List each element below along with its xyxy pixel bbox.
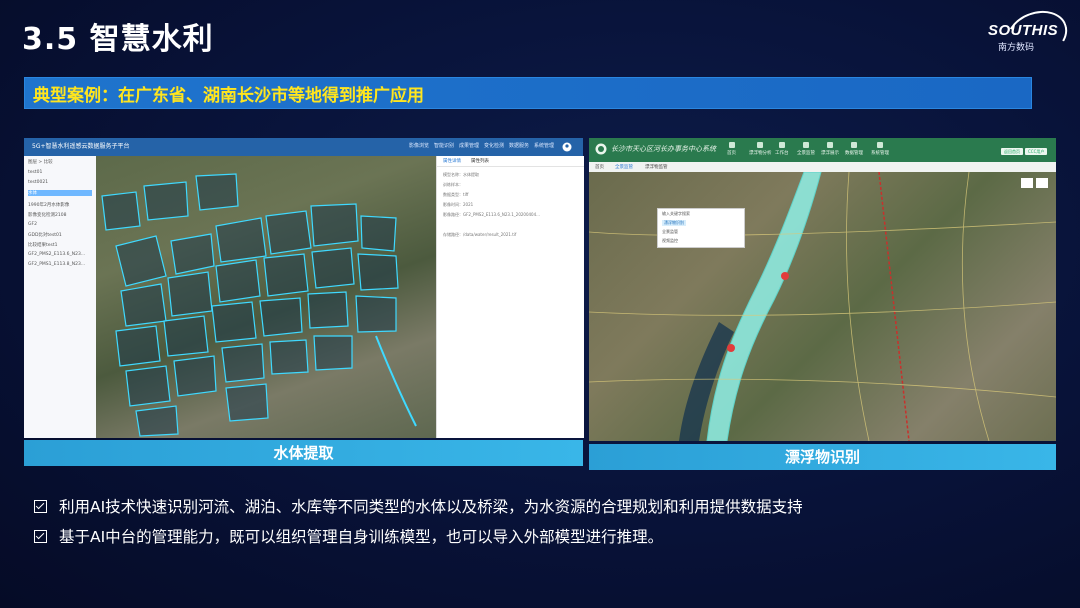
layer-item[interactable]: 比较结果test1 bbox=[28, 242, 58, 248]
tab-home[interactable]: 首页 bbox=[595, 164, 604, 170]
layer-sidebar: 图层 > 比较 test01 test0021 水体 1990年2月水体影像 影… bbox=[24, 156, 97, 438]
right-nav-label: 漂浮物分析 bbox=[749, 151, 772, 156]
attr-row: 影像路径：GF2_PMS2_E113.6_N23.1_20200404... bbox=[443, 212, 540, 217]
layer-item[interactable]: GDD比对test01 bbox=[28, 232, 62, 238]
map-search-dropdown[interactable]: 输入关键字搜索 漂浮物识别 全景监管 视频监控 bbox=[657, 208, 745, 248]
monitor-icon bbox=[778, 142, 785, 148]
left-nav-item[interactable]: 变化检测 bbox=[484, 142, 504, 149]
layer-item[interactable]: GF2_PMS1_E113.8_N23... bbox=[28, 262, 85, 267]
right-nav-label: 数据管理 bbox=[845, 151, 863, 156]
satellite-map-river[interactable]: 输入关键字搜索 漂浮物识别 全景监管 视频监控 bbox=[589, 172, 1056, 441]
left-app-title: 5G+智慧水利遥感云数据服务子平台 bbox=[32, 143, 130, 150]
database-icon bbox=[851, 142, 857, 148]
company-logo: SOUTHIS 南方数码 bbox=[988, 2, 1074, 68]
user-button[interactable]: CCC用户 bbox=[1025, 148, 1048, 155]
bullet-item: 基于AI中台的管理能力，既可以组织管理自身训练模型，也可以导入外部模型进行推理。 bbox=[34, 522, 803, 552]
layer-item[interactable]: test01 bbox=[28, 170, 42, 175]
back-home-button[interactable]: 返回首页 bbox=[1001, 148, 1023, 155]
attribute-tabs: 属性详情 属性列表 bbox=[437, 156, 584, 167]
dropdown-option-selected[interactable]: 漂浮物识别 bbox=[662, 220, 686, 226]
grid-icon bbox=[803, 142, 809, 148]
right-nav-workbench[interactable]: 工作台 bbox=[775, 142, 789, 156]
home-icon bbox=[728, 142, 735, 148]
tab-floater[interactable]: 漂浮物监管 bbox=[645, 164, 668, 170]
right-nav-system[interactable]: 系统管理 bbox=[871, 142, 889, 156]
tab-attr-detail[interactable]: 属性详情 bbox=[443, 158, 461, 164]
logo-subtitle: 南方数码 bbox=[998, 43, 1035, 53]
left-nav-item[interactable]: 成果管理 bbox=[459, 142, 479, 149]
layer-item[interactable]: GF2_PMS2_E113.6_N23... bbox=[28, 252, 85, 257]
right-nav-display[interactable]: 漂浮展示 bbox=[821, 142, 839, 156]
left-nav-item[interactable]: 系统管理 bbox=[534, 142, 554, 149]
banner-text: 典型案例：在广东省、湖南长沙市等地得到推广应用 bbox=[33, 86, 424, 106]
floater-recognition-screenshot: 长沙市天心区河长办事务中心系统 首页 漂浮物分析 工作台 全景监管 漂浮展示 数… bbox=[589, 138, 1056, 441]
layer-item-selected[interactable]: 水体 bbox=[28, 190, 92, 196]
attr-row: 影像时间：2021 bbox=[443, 202, 474, 207]
slide-title: 3.5 智慧水利 bbox=[22, 22, 214, 57]
image-icon bbox=[757, 142, 764, 148]
district-logo-icon bbox=[595, 143, 607, 155]
map-tools-icon[interactable] bbox=[1021, 178, 1049, 188]
tab-panorama[interactable]: 全景监管 bbox=[615, 164, 633, 170]
caption-water-extraction: 水体提取 bbox=[24, 440, 583, 466]
search-placeholder[interactable]: 输入关键字搜索 bbox=[662, 211, 690, 217]
layer-item[interactable]: 影像变化检测2108 bbox=[28, 212, 66, 218]
bullet-text: 基于AI中台的管理能力，既可以组织管理自身训练模型，也可以导入外部模型进行推理。 bbox=[59, 528, 664, 546]
dropdown-option[interactable]: 视频监控 bbox=[662, 238, 678, 244]
right-app-title: 长沙市天心区河长办事务中心系统 bbox=[611, 145, 716, 153]
right-nav-label: 工作台 bbox=[775, 151, 789, 156]
right-nav-label: 系统管理 bbox=[871, 151, 889, 156]
right-nav-panorama[interactable]: 全景监管 bbox=[797, 142, 815, 156]
display-icon bbox=[827, 142, 833, 148]
sidebar-header[interactable]: 图层 > 比较 bbox=[28, 159, 53, 165]
left-app-header: 5G+智慧水利遥感云数据服务子平台 影像浏览 智能识别 成果管理 变化检测 数据… bbox=[24, 138, 583, 156]
attr-row: 存储路径：/data/water/result_2021.tif bbox=[443, 232, 517, 237]
right-nav-label: 首页 bbox=[727, 151, 736, 156]
right-nav-label: 全景监管 bbox=[797, 151, 815, 156]
bullet-text: 利用AI技术快速识别河流、湖泊、水库等不同类型的水体以及桥梁，为水资源的合理规划… bbox=[59, 498, 803, 516]
attribute-panel: 属性详情 属性列表 模型名称：水体提取 训练样本： 数据类型：tiff 影像时间… bbox=[436, 156, 584, 438]
checkbox-icon bbox=[34, 530, 47, 543]
layer-item[interactable]: GF2 bbox=[28, 222, 37, 227]
right-app-header: 长沙市天心区河长办事务中心系统 首页 漂浮物分析 工作台 全景监管 漂浮展示 数… bbox=[589, 138, 1056, 162]
satellite-map-water[interactable] bbox=[96, 156, 436, 438]
left-nav-item[interactable]: 影像浏览 bbox=[409, 142, 429, 149]
water-extraction-screenshot: 5G+智慧水利遥感云数据服务子平台 影像浏览 智能识别 成果管理 变化检测 数据… bbox=[24, 138, 584, 438]
gear-icon bbox=[877, 142, 883, 148]
left-nav-item[interactable]: 智能识别 bbox=[434, 142, 454, 149]
layer-item[interactable]: 1990年2月水体影像 bbox=[28, 202, 69, 208]
layer-item[interactable]: test0021 bbox=[28, 180, 48, 185]
case-banner: 典型案例：在广东省、湖南长沙市等地得到推广应用 bbox=[24, 77, 1032, 109]
attr-row: 数据类型：tiff bbox=[443, 192, 469, 197]
logo-word: SOUTHIS bbox=[988, 22, 1059, 39]
tab-attr-list[interactable]: 属性列表 bbox=[471, 158, 489, 164]
bullet-list: 利用AI技术快速识别河流、湖泊、水库等不同类型的水体以及桥梁，为水资源的合理规划… bbox=[34, 492, 803, 552]
water-polygons-overlay bbox=[101, 173, 417, 437]
user-icon[interactable] bbox=[562, 142, 572, 152]
checkbox-icon bbox=[34, 500, 47, 513]
caption-floater-recognition: 漂浮物识别 bbox=[589, 444, 1056, 470]
bullet-item: 利用AI技术快速识别河流、湖泊、水库等不同类型的水体以及桥梁，为水资源的合理规划… bbox=[34, 492, 803, 522]
dropdown-option[interactable]: 全景监管 bbox=[662, 229, 678, 235]
right-nav-home[interactable]: 首页 bbox=[727, 142, 736, 156]
attr-row: 训练样本： bbox=[443, 182, 463, 187]
attr-row: 模型名称：水体提取 bbox=[443, 172, 479, 177]
right-nav-analysis[interactable]: 漂浮物分析 bbox=[749, 142, 772, 156]
right-nav-data[interactable]: 数据管理 bbox=[845, 142, 863, 156]
left-nav-item[interactable]: 数据服务 bbox=[509, 142, 529, 149]
right-nav-label: 漂浮展示 bbox=[821, 151, 839, 156]
